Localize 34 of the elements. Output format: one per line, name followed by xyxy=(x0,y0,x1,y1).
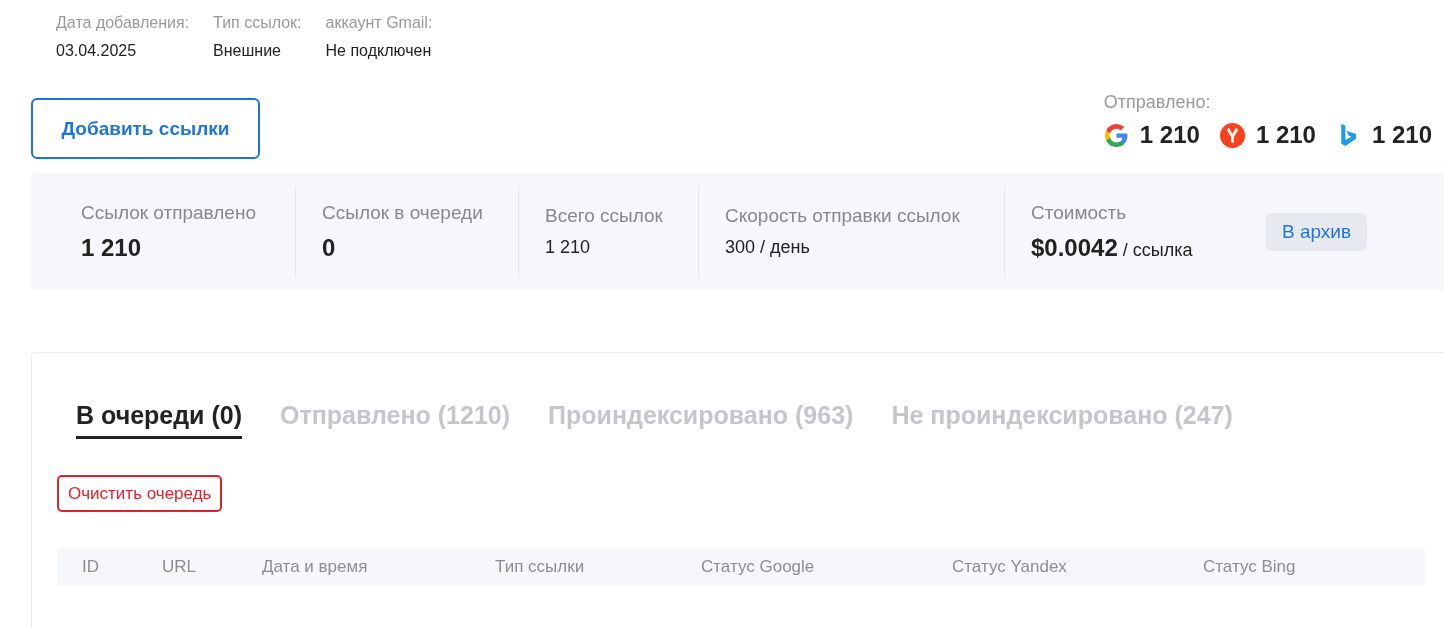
stat-value: 1 210 xyxy=(545,237,592,258)
info-label: аккаунт Gmail: xyxy=(325,14,433,32)
column-header: URL xyxy=(162,557,197,577)
column-header: Статус Bing xyxy=(1203,557,1297,577)
archive-button[interactable]: В архив xyxy=(1266,212,1368,251)
stat-label: Всего ссылок xyxy=(545,205,664,227)
info-value: Внешние xyxy=(213,42,282,60)
yandex-logo-icon xyxy=(1219,122,1245,148)
stat-label: Ссылок отправлено xyxy=(81,201,257,224)
column-header: Дата и время xyxy=(262,557,369,577)
sent-count: 1 210 xyxy=(1255,121,1316,149)
stat-value: $0.0042 xyxy=(1031,233,1118,262)
stat-value: 0 xyxy=(322,233,337,262)
column-header: Тип ссылки xyxy=(495,557,586,577)
add-links-button[interactable]: Добавить ссылки xyxy=(31,98,260,159)
info-label: Дата добавления: xyxy=(56,14,190,32)
column-header: ID xyxy=(82,557,100,577)
column-header: Статус Yandex xyxy=(952,557,1068,577)
sent-label: Отправлено: xyxy=(1103,92,1212,113)
clear-queue-button[interactable]: Очистить очередь xyxy=(57,475,223,512)
google-logo-icon xyxy=(1103,122,1129,148)
column-header: Статус Google xyxy=(701,557,816,577)
stat-value: 300 / день xyxy=(725,237,811,258)
sent-count: 1 210 xyxy=(1139,121,1200,149)
info-value: Не подключен xyxy=(325,42,433,60)
stat-unit: / ссылка xyxy=(1122,239,1193,261)
tab[interactable]: В очереди (0) xyxy=(76,393,242,439)
stat-label: Стоимость xyxy=(1031,201,1128,224)
info-label: Тип ссылок: xyxy=(213,14,302,32)
sent-count: 1 210 xyxy=(1371,121,1432,149)
info-value: 03.04.2025 xyxy=(56,42,138,60)
stat-label: Скорость отправки ссылок xyxy=(725,205,961,227)
stat-label: Ссылок в очереди xyxy=(322,201,484,224)
stat-value: 1 210 xyxy=(81,233,143,262)
